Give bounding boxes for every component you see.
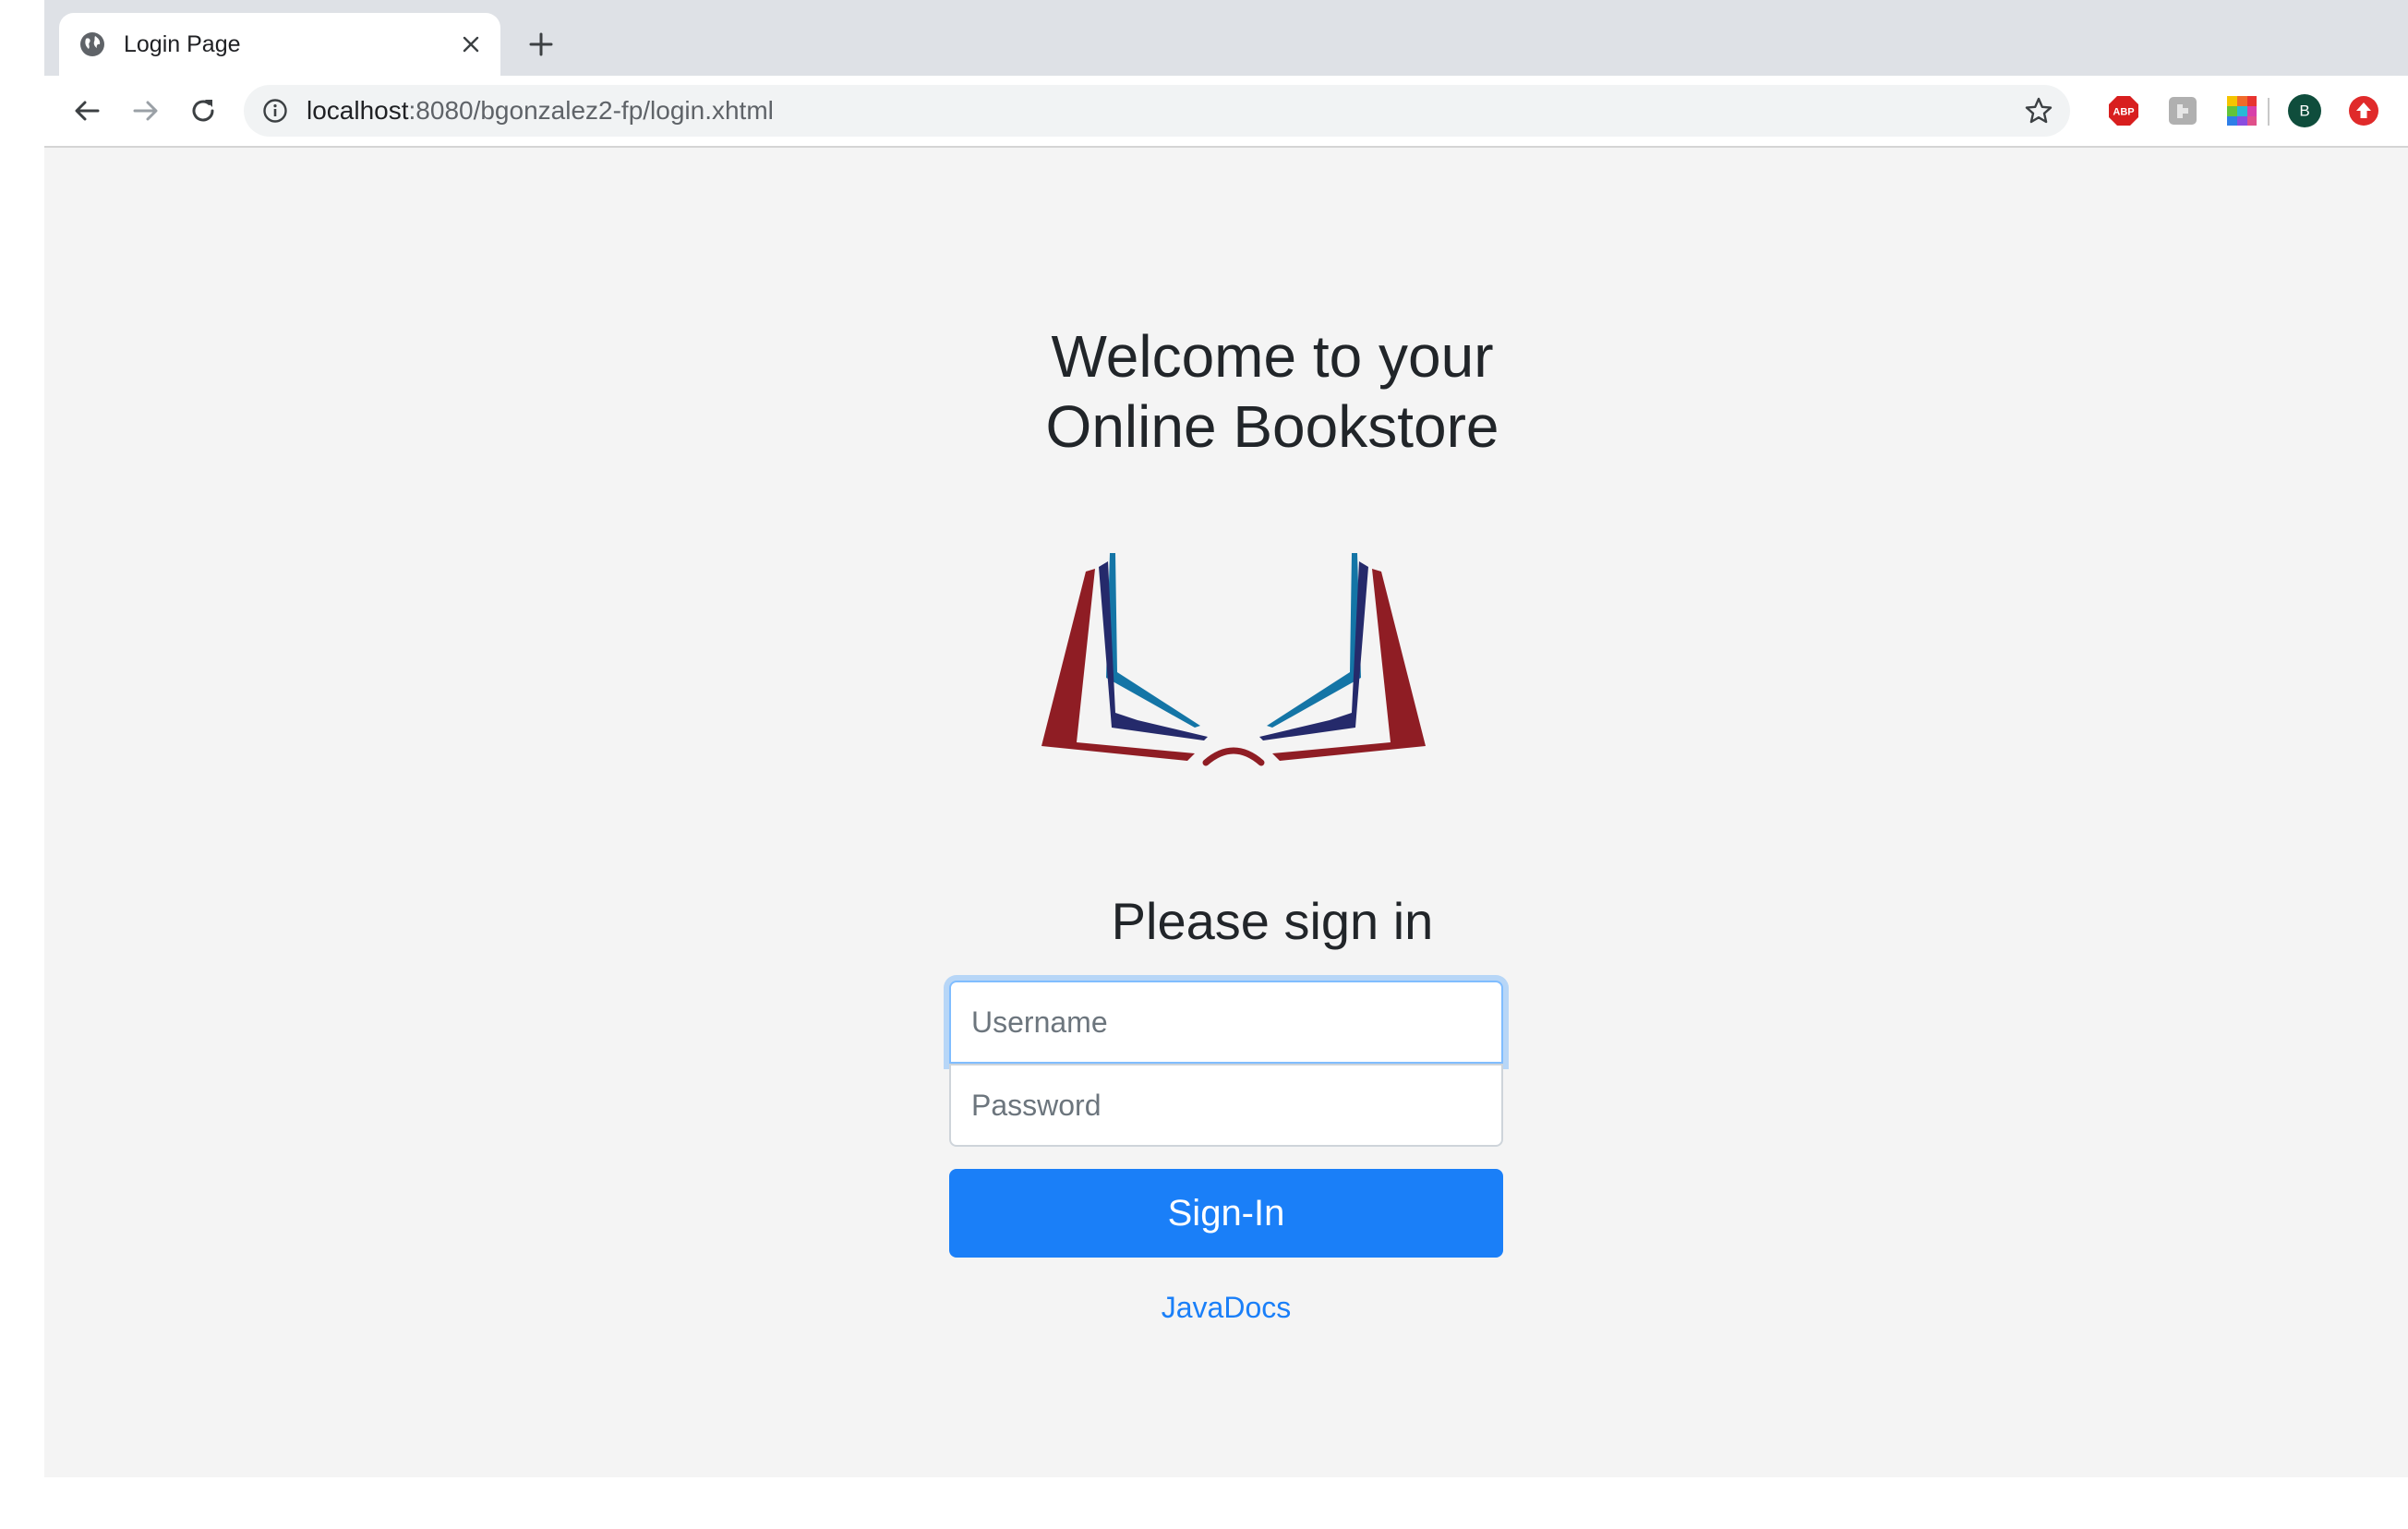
welcome-line-2: Online Bookstore: [1045, 393, 1499, 460]
tab-title: Login Page: [124, 31, 241, 57]
avatar-initial: B: [2299, 102, 2309, 120]
tab-strip: Login Page: [44, 0, 2408, 76]
browser-toolbar: localhost:8080/bgonzalez2-fp/login.xhtml…: [44, 76, 2408, 148]
bookmark-star-icon[interactable]: [2024, 96, 2053, 126]
forward-arrow-icon[interactable]: [127, 92, 164, 129]
toolbar-separator: [2268, 98, 2270, 126]
address-bar[interactable]: localhost:8080/bgonzalez2-fp/login.xhtml: [244, 85, 2070, 137]
logo-spine: [1202, 747, 1265, 766]
sign-in-button[interactable]: Sign-In: [949, 1169, 1503, 1258]
url-path: :8080/bgonzalez2-fp/login.xhtml: [408, 96, 774, 125]
username-input[interactable]: [949, 981, 1503, 1064]
back-arrow-icon[interactable]: [68, 92, 105, 129]
logo-right-teal: [1267, 553, 1361, 728]
url-text[interactable]: localhost:8080/bgonzalez2-fp/login.xhtml: [307, 95, 774, 126]
open-book-logo: [1041, 553, 1426, 766]
reload-icon[interactable]: [185, 92, 222, 129]
javadocs-link[interactable]: JavaDocs: [949, 1287, 1503, 1328]
info-icon[interactable]: [262, 98, 288, 124]
password-input[interactable]: [949, 1064, 1503, 1147]
url-host: localhost: [307, 96, 409, 125]
new-tab-plus-icon[interactable]: [524, 28, 558, 61]
color-grid-extension-icon[interactable]: [2225, 94, 2258, 127]
adblock-plus-icon[interactable]: ABP: [2107, 94, 2140, 127]
globe-icon: [80, 32, 104, 56]
adblock-label: ABP: [2113, 107, 2134, 118]
browser-window: Login Page localhost:8080/bgonzalez2-fp/…: [44, 0, 2408, 1477]
page-content: Welcome to your Online Bookstore Please …: [44, 148, 2408, 1477]
close-tab-icon[interactable]: [456, 30, 486, 59]
signin-heading: Please sign in: [1111, 892, 1434, 950]
update-icon[interactable]: [2347, 94, 2380, 127]
welcome-heading: Welcome to your Online Bookstore: [949, 321, 1595, 462]
profile-avatar[interactable]: B: [2288, 94, 2321, 127]
tab-login-page[interactable]: Login Page: [59, 13, 500, 76]
logo-left-teal: [1106, 553, 1200, 728]
welcome-line-1: Welcome to your: [1051, 323, 1494, 390]
puzzle-extension-icon[interactable]: [2166, 94, 2199, 127]
